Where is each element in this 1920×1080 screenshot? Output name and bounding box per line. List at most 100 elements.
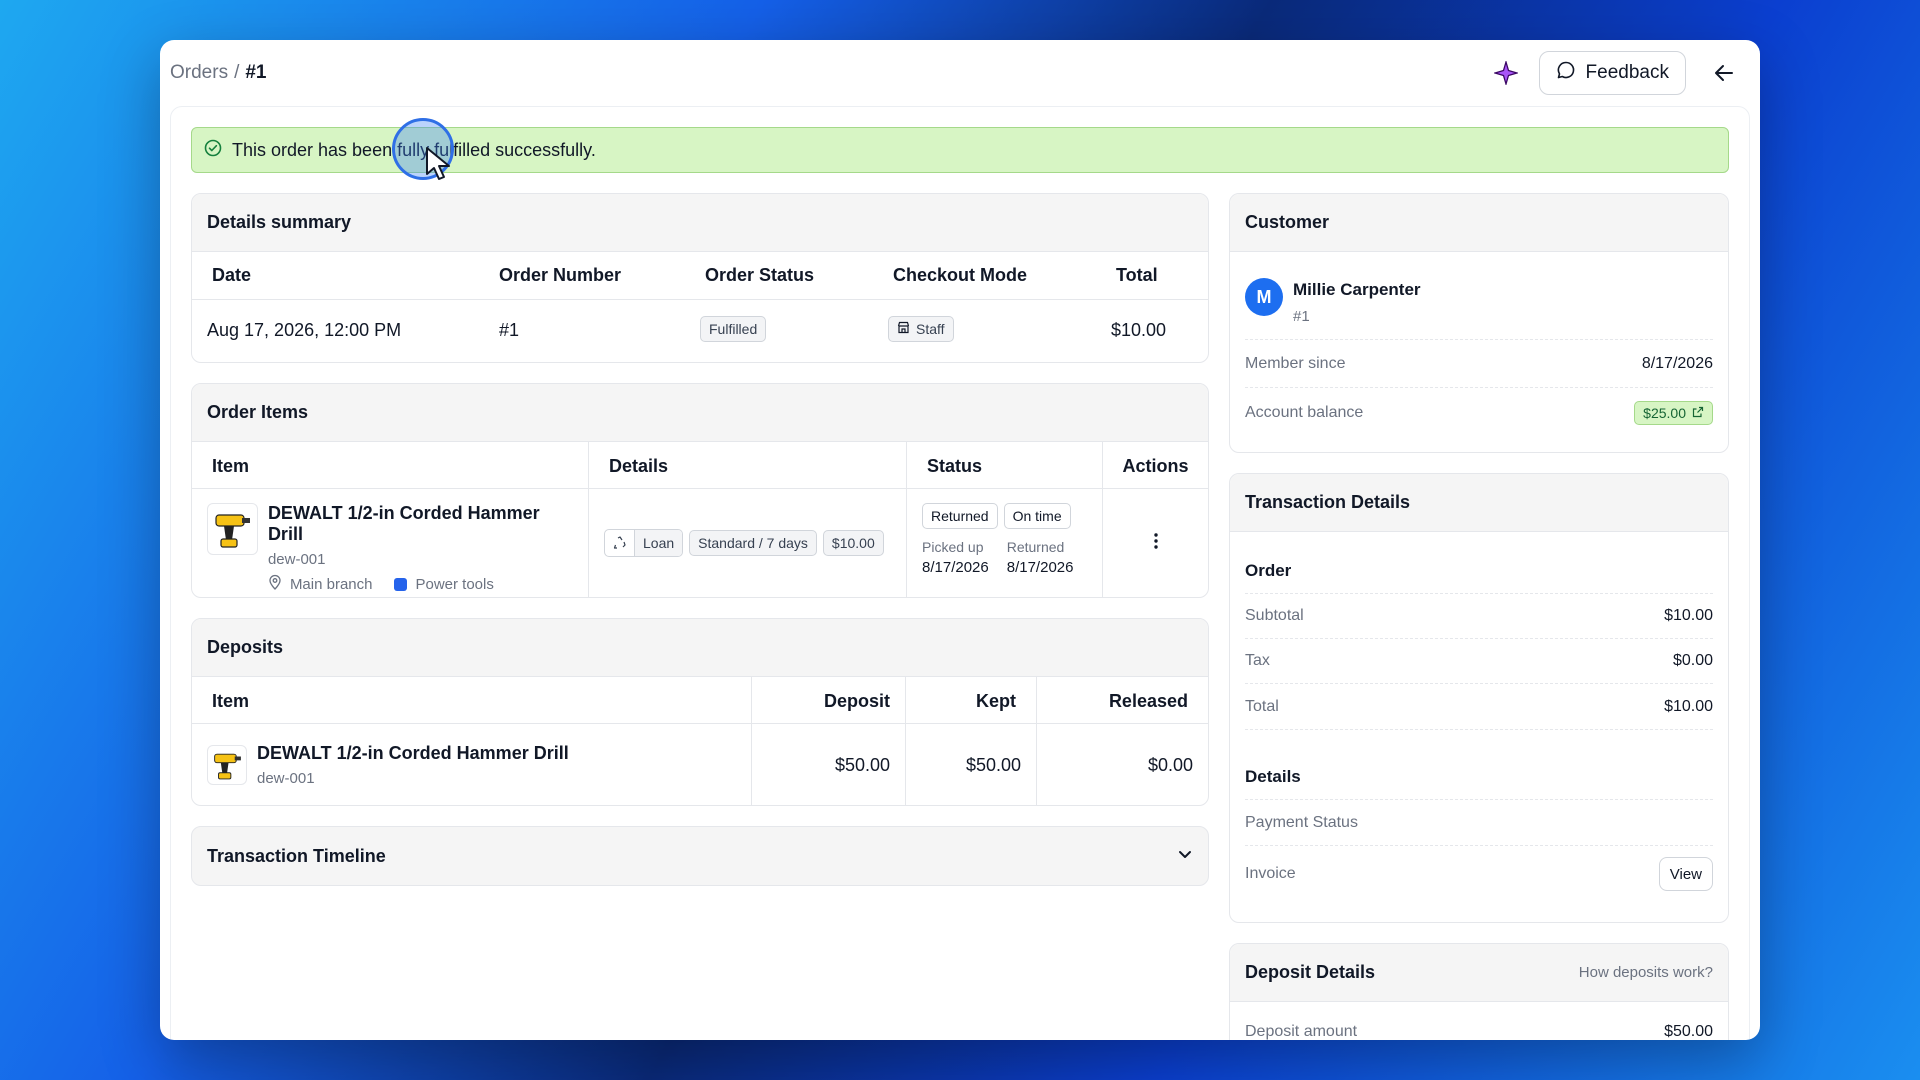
customer-card: Customer M Millie Carpenter #1 Member si… bbox=[1229, 193, 1729, 453]
returned-date: 8/17/2026 bbox=[1006, 559, 1074, 576]
deposit-amount: $50.00 bbox=[752, 724, 906, 805]
order-total: $10.00 bbox=[1111, 319, 1167, 340]
rental-period-badge: Standard / 7 days bbox=[689, 530, 817, 556]
column-header: Kept bbox=[906, 677, 1037, 723]
ai-sparkle-icon[interactable] bbox=[1491, 58, 1521, 88]
how-deposits-work-link[interactable]: How deposits work? bbox=[1579, 964, 1713, 981]
invoice-label: Invoice bbox=[1245, 865, 1296, 882]
feedback-button[interactable]: Feedback bbox=[1538, 51, 1686, 95]
total-label: Total bbox=[1245, 697, 1279, 715]
order-number: #1 bbox=[499, 319, 520, 340]
customer-title: Customer bbox=[1230, 194, 1728, 252]
column-header: Total bbox=[1096, 252, 1208, 300]
deposit-details-card: Deposit Details How deposits work? Depos… bbox=[1229, 943, 1729, 1040]
transaction-timeline-card[interactable]: Transaction Timeline bbox=[191, 826, 1209, 886]
deposit-released: $0.00 bbox=[1147, 754, 1193, 775]
tax-label: Tax bbox=[1245, 652, 1270, 669]
account-balance-label: Account balance bbox=[1245, 404, 1364, 421]
app-window: Orders / #1 Feedback This order has been… bbox=[160, 40, 1760, 1040]
on-time-badge: On time bbox=[1003, 503, 1071, 529]
column-header: Deposit bbox=[752, 677, 906, 723]
account-balance-badge[interactable]: $25.00 bbox=[1634, 401, 1713, 425]
details-section-heading: Details bbox=[1245, 730, 1713, 800]
deposit-item-name: DEWALT 1/2-in Corded Hammer Drill bbox=[257, 743, 569, 763]
breadcrumb: Orders / #1 bbox=[170, 62, 267, 84]
deposit-kept: $50.00 bbox=[906, 724, 1037, 805]
member-since-value: 8/17/2026 bbox=[1641, 354, 1713, 372]
account-balance-value: $25.00 bbox=[1643, 405, 1686, 421]
item-price-badge: $10.00 bbox=[822, 530, 884, 556]
returned-label: Returned bbox=[1006, 539, 1065, 555]
returned-badge: Returned bbox=[922, 503, 998, 529]
picked-up-date: 8/17/2026 bbox=[922, 559, 989, 576]
item-category: Power tools bbox=[415, 575, 494, 593]
order-content: This order has been fully fulfilled succ… bbox=[170, 106, 1750, 1040]
top-bar: Orders / #1 Feedback bbox=[160, 40, 1760, 106]
breadcrumb-orders-link[interactable]: Orders bbox=[170, 62, 228, 84]
item-name[interactable]: DEWALT 1/2-in Corded Hammer Drill bbox=[268, 503, 573, 545]
table-row: Aug 17, 2026, 12:00 PM #1 Fulfilled Staf… bbox=[192, 299, 1208, 361]
timeline-title: Transaction Timeline bbox=[207, 845, 386, 866]
picked-up-label: Picked up bbox=[922, 539, 984, 555]
deposit-amount-value: $50.00 bbox=[1664, 1023, 1713, 1040]
drill-thumbnail bbox=[207, 745, 247, 785]
deposits-card: Deposits Item Deposit Kept Released DEWA… bbox=[191, 618, 1209, 806]
customer-id: #1 bbox=[1293, 308, 1310, 325]
breadcrumb-current: #1 bbox=[245, 62, 267, 83]
chevron-down-icon[interactable] bbox=[1177, 846, 1193, 867]
breadcrumb-separator: / bbox=[234, 62, 240, 83]
customer-name[interactable]: Millie Carpenter bbox=[1293, 280, 1421, 300]
deposit-item-sku: dew-001 bbox=[257, 770, 315, 787]
recycle-icon bbox=[605, 530, 635, 556]
transaction-details-card: Transaction Details Order Subtotal $10.0… bbox=[1229, 473, 1729, 923]
external-link-icon bbox=[1692, 405, 1704, 421]
total-value: $10.00 bbox=[1664, 697, 1713, 715]
deposit-amount-label: Deposit amount bbox=[1245, 1023, 1358, 1040]
item-location: Main branch bbox=[289, 575, 373, 593]
column-header: Order Status bbox=[685, 252, 873, 300]
invoice-view-button[interactable]: View bbox=[1658, 857, 1713, 891]
order-items-card: Order Items Item Details Status Actions … bbox=[191, 383, 1209, 598]
subtotal-value: $10.00 bbox=[1664, 607, 1713, 624]
member-since-label: Member since bbox=[1245, 354, 1346, 372]
column-header: Date bbox=[192, 252, 479, 300]
details-summary-table: Date Order Number Order Status Checkout … bbox=[192, 252, 1208, 361]
drill-thumbnail bbox=[207, 503, 258, 555]
order-status-badge: Fulfilled bbox=[700, 316, 767, 343]
checkout-mode-badge: Staff bbox=[888, 316, 954, 343]
column-header: Order Number bbox=[479, 252, 685, 300]
details-summary-title: Details summary bbox=[192, 194, 1208, 252]
chat-bubble-icon bbox=[1556, 60, 1576, 86]
location-pin-icon bbox=[268, 574, 282, 594]
order-section-heading: Order bbox=[1245, 532, 1713, 594]
check-circle-icon bbox=[204, 139, 222, 162]
item-sku: dew-001 bbox=[267, 551, 326, 568]
mouse-cursor-icon bbox=[425, 146, 453, 187]
back-arrow-icon[interactable] bbox=[1704, 53, 1744, 93]
avatar: M bbox=[1245, 278, 1283, 316]
order-items-title: Order Items bbox=[192, 384, 1208, 442]
loan-type-label: Loan bbox=[635, 530, 683, 556]
more-actions-icon[interactable] bbox=[1153, 531, 1159, 556]
table-row: DEWALT 1/2-in Corded Hammer Drill dew-00… bbox=[192, 724, 1208, 805]
tax-value: $0.00 bbox=[1672, 652, 1713, 669]
payment-status-label: Payment Status bbox=[1245, 813, 1358, 831]
column-header: Details bbox=[589, 442, 907, 488]
category-color-swatch bbox=[394, 577, 408, 591]
order-date: Aug 17, 2026, 12:00 PM bbox=[207, 319, 402, 340]
subtotal-label: Subtotal bbox=[1245, 607, 1304, 624]
column-header: Item bbox=[192, 677, 752, 723]
table-row: DEWALT 1/2-in Corded Hammer Drill dew-00… bbox=[192, 489, 1208, 597]
store-icon bbox=[897, 321, 910, 337]
deposit-details-title: Deposit Details bbox=[1245, 962, 1376, 982]
column-header: Item bbox=[192, 442, 589, 488]
column-header: Status bbox=[907, 442, 1103, 488]
column-header: Checkout Mode bbox=[873, 252, 1096, 300]
transaction-details-title: Transaction Details bbox=[1230, 474, 1728, 532]
details-summary-card: Details summary Date Order Number Order … bbox=[191, 193, 1209, 363]
checkout-mode-label: Staff bbox=[916, 321, 945, 338]
feedback-label: Feedback bbox=[1585, 62, 1669, 83]
column-header: Released bbox=[1108, 691, 1188, 711]
column-header: Actions bbox=[1122, 456, 1189, 476]
deposits-title: Deposits bbox=[192, 619, 1208, 677]
